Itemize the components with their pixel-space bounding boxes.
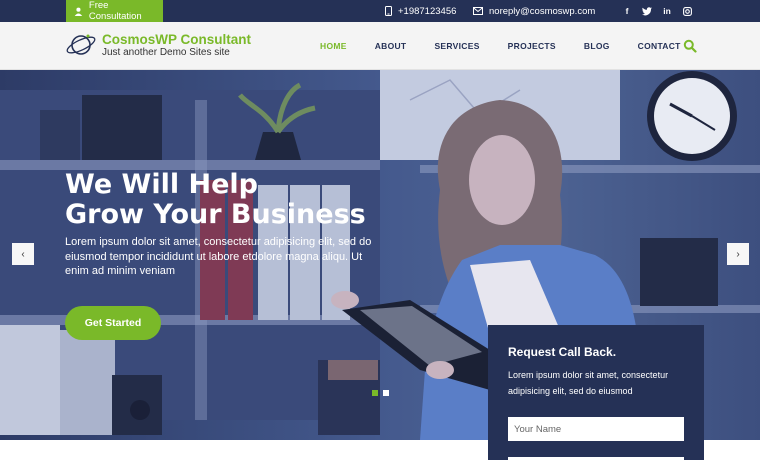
instagram-icon[interactable]	[682, 6, 692, 16]
nav-services[interactable]: SERVICES	[434, 41, 479, 51]
site-tagline: Just another Demo Sites site	[102, 47, 230, 58]
mail-icon	[473, 7, 483, 15]
nav-contact[interactable]: CONTACT	[638, 41, 681, 51]
callback-description: Lorem ipsum dolor sit amet, consectetur …	[508, 370, 669, 396]
social-links: f in	[622, 0, 692, 22]
linkedin-icon[interactable]: in	[662, 6, 672, 16]
planet-logo-icon[interactable]	[66, 30, 96, 60]
get-started-button[interactable]: Get Started	[65, 306, 161, 340]
top-bar: Free Consultation +1987123456 noreply@co…	[0, 0, 760, 22]
nav-projects[interactable]: PROJECTS	[508, 41, 556, 51]
request-callback-panel: Request Call Back. Lorem ipsum dolor sit…	[488, 325, 704, 463]
phone-number: +1987123456	[398, 5, 457, 17]
nav-home[interactable]: HOME	[320, 41, 347, 51]
free-consultation-label: Free Consultation	[88, 0, 142, 22]
nav-about[interactable]: ABOUT	[375, 41, 407, 51]
slide-dot-active[interactable]	[372, 390, 378, 396]
facebook-icon[interactable]: f	[622, 6, 632, 16]
hero-title: We Will Help Grow Your Business	[65, 170, 366, 230]
hero-description: Lorem ipsum dolor sit amet, consectetur …	[65, 236, 372, 277]
free-consultation-button[interactable]: Free Consultation	[66, 0, 163, 22]
slide-dot[interactable]	[383, 390, 389, 396]
email-address: noreply@cosmoswp.com	[489, 5, 596, 17]
user-icon	[74, 7, 83, 16]
search-icon[interactable]	[683, 39, 697, 53]
slider-pagination	[372, 390, 389, 396]
hero-title-line-1: We Will Help	[65, 169, 258, 200]
next-form-field[interactable]	[508, 457, 684, 463]
twitter-icon[interactable]	[642, 6, 652, 16]
nav-blog[interactable]: BLOG	[584, 41, 610, 51]
prev-slide-button[interactable]: ‹	[12, 243, 34, 265]
next-slide-button[interactable]: ›	[727, 243, 749, 265]
site-header: CosmosWP Consultant Just another Demo Si…	[0, 22, 760, 70]
main-nav: HOME ABOUT SERVICES PROJECTS BLOG CONTAC…	[320, 22, 709, 70]
callback-title: Request Call Back.	[508, 345, 617, 359]
chevron-right-icon: ›	[736, 248, 740, 260]
chevron-left-icon: ‹	[21, 248, 25, 260]
site-title[interactable]: CosmosWP Consultant	[102, 32, 251, 47]
phone-contact[interactable]: +1987123456	[385, 0, 456, 22]
name-input[interactable]	[508, 417, 684, 441]
phone-icon	[385, 6, 392, 16]
hero-title-line-2: Grow Your Business	[65, 199, 366, 230]
email-contact[interactable]: noreply@cosmoswp.com	[473, 0, 595, 22]
